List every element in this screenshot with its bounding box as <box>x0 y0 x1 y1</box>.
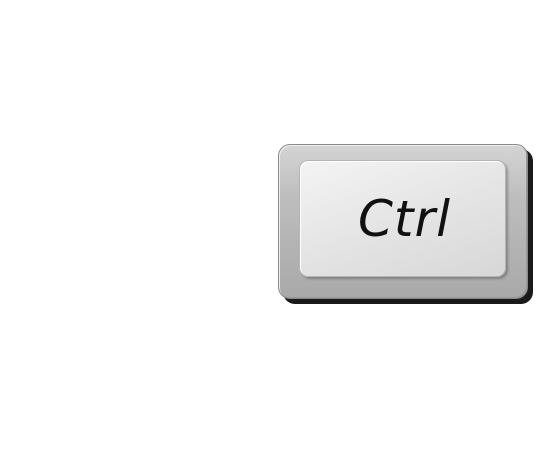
ctrl-key-label: Ctrl <box>358 189 451 248</box>
illustration-canvas: Ctrl <box>0 0 554 450</box>
ctrl-key-face: Ctrl <box>299 160 506 277</box>
ctrl-key: Ctrl <box>278 144 528 299</box>
